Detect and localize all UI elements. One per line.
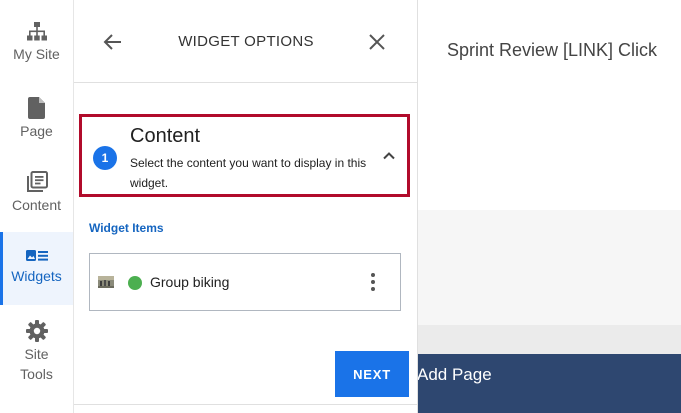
image-thumbnail-icon [98,276,114,288]
footer-bar: Add Page [418,354,681,413]
more-vertical-icon [371,273,375,291]
step-number-badge: 1 [93,146,117,170]
content-step-header[interactable]: 1 Content Select the content you want to… [79,114,410,197]
panel-title: WIDGET OPTIONS [178,33,314,50]
arrow-left-icon [103,34,121,50]
widget-items-label: Widget Items [89,221,164,235]
sidebar-item-label: Widgets [11,268,62,284]
sidebar-item-label: Content [11,197,62,213]
page-icon [27,97,45,119]
add-page-button[interactable]: Add Page [418,365,492,385]
page-heading: Sprint Review [LINK] Click [447,40,658,60]
more-options-button[interactable] [364,271,382,293]
sidebar-item-label-line1: Site [24,346,49,362]
step-title: Content [130,125,201,147]
back-button[interactable] [102,31,124,53]
next-button[interactable]: NEXT [335,351,409,397]
gear-icon [25,320,48,342]
panel-divider [74,404,418,405]
content-band [418,210,681,325]
sidebar-item-widgets[interactable]: Widgets [0,232,73,305]
app-root: My Site Page Content Widgets Site Tools … [0,0,681,413]
content-band-divider [418,325,681,354]
page-preview: Sprint Review [LINK] Click Add Page [418,0,681,413]
close-icon [369,34,385,50]
chevron-up-icon [383,152,395,160]
widget-item-row[interactable]: Group biking [89,253,401,311]
close-button[interactable] [366,31,388,53]
sidebar-item-label: My Site [13,46,60,62]
collapse-button[interactable] [380,147,398,165]
sidebar-item-label-line2: Tools [20,366,53,382]
library-icon [26,171,48,192]
sidebar-item-my-site[interactable]: My Site [0,22,73,72]
sitemap-icon [26,22,47,41]
sidebar-item-content[interactable]: Content [0,171,73,221]
step-description: Select the content you want to display i… [130,156,367,190]
sidebar-item-site-tools[interactable]: Site Tools [0,320,73,384]
widget-options-panel: WIDGET OPTIONS 1 Content Select the cont… [74,0,418,413]
left-rail: My Site Page Content Widgets Site Tools [0,0,74,413]
sidebar-item-label: Page [20,123,53,139]
panel-header: WIDGET OPTIONS [74,0,418,83]
sidebar-item-page[interactable]: Page [0,97,73,147]
status-dot [128,276,142,290]
widgets-icon [25,250,48,261]
widget-item-label: Group biking [150,274,230,290]
